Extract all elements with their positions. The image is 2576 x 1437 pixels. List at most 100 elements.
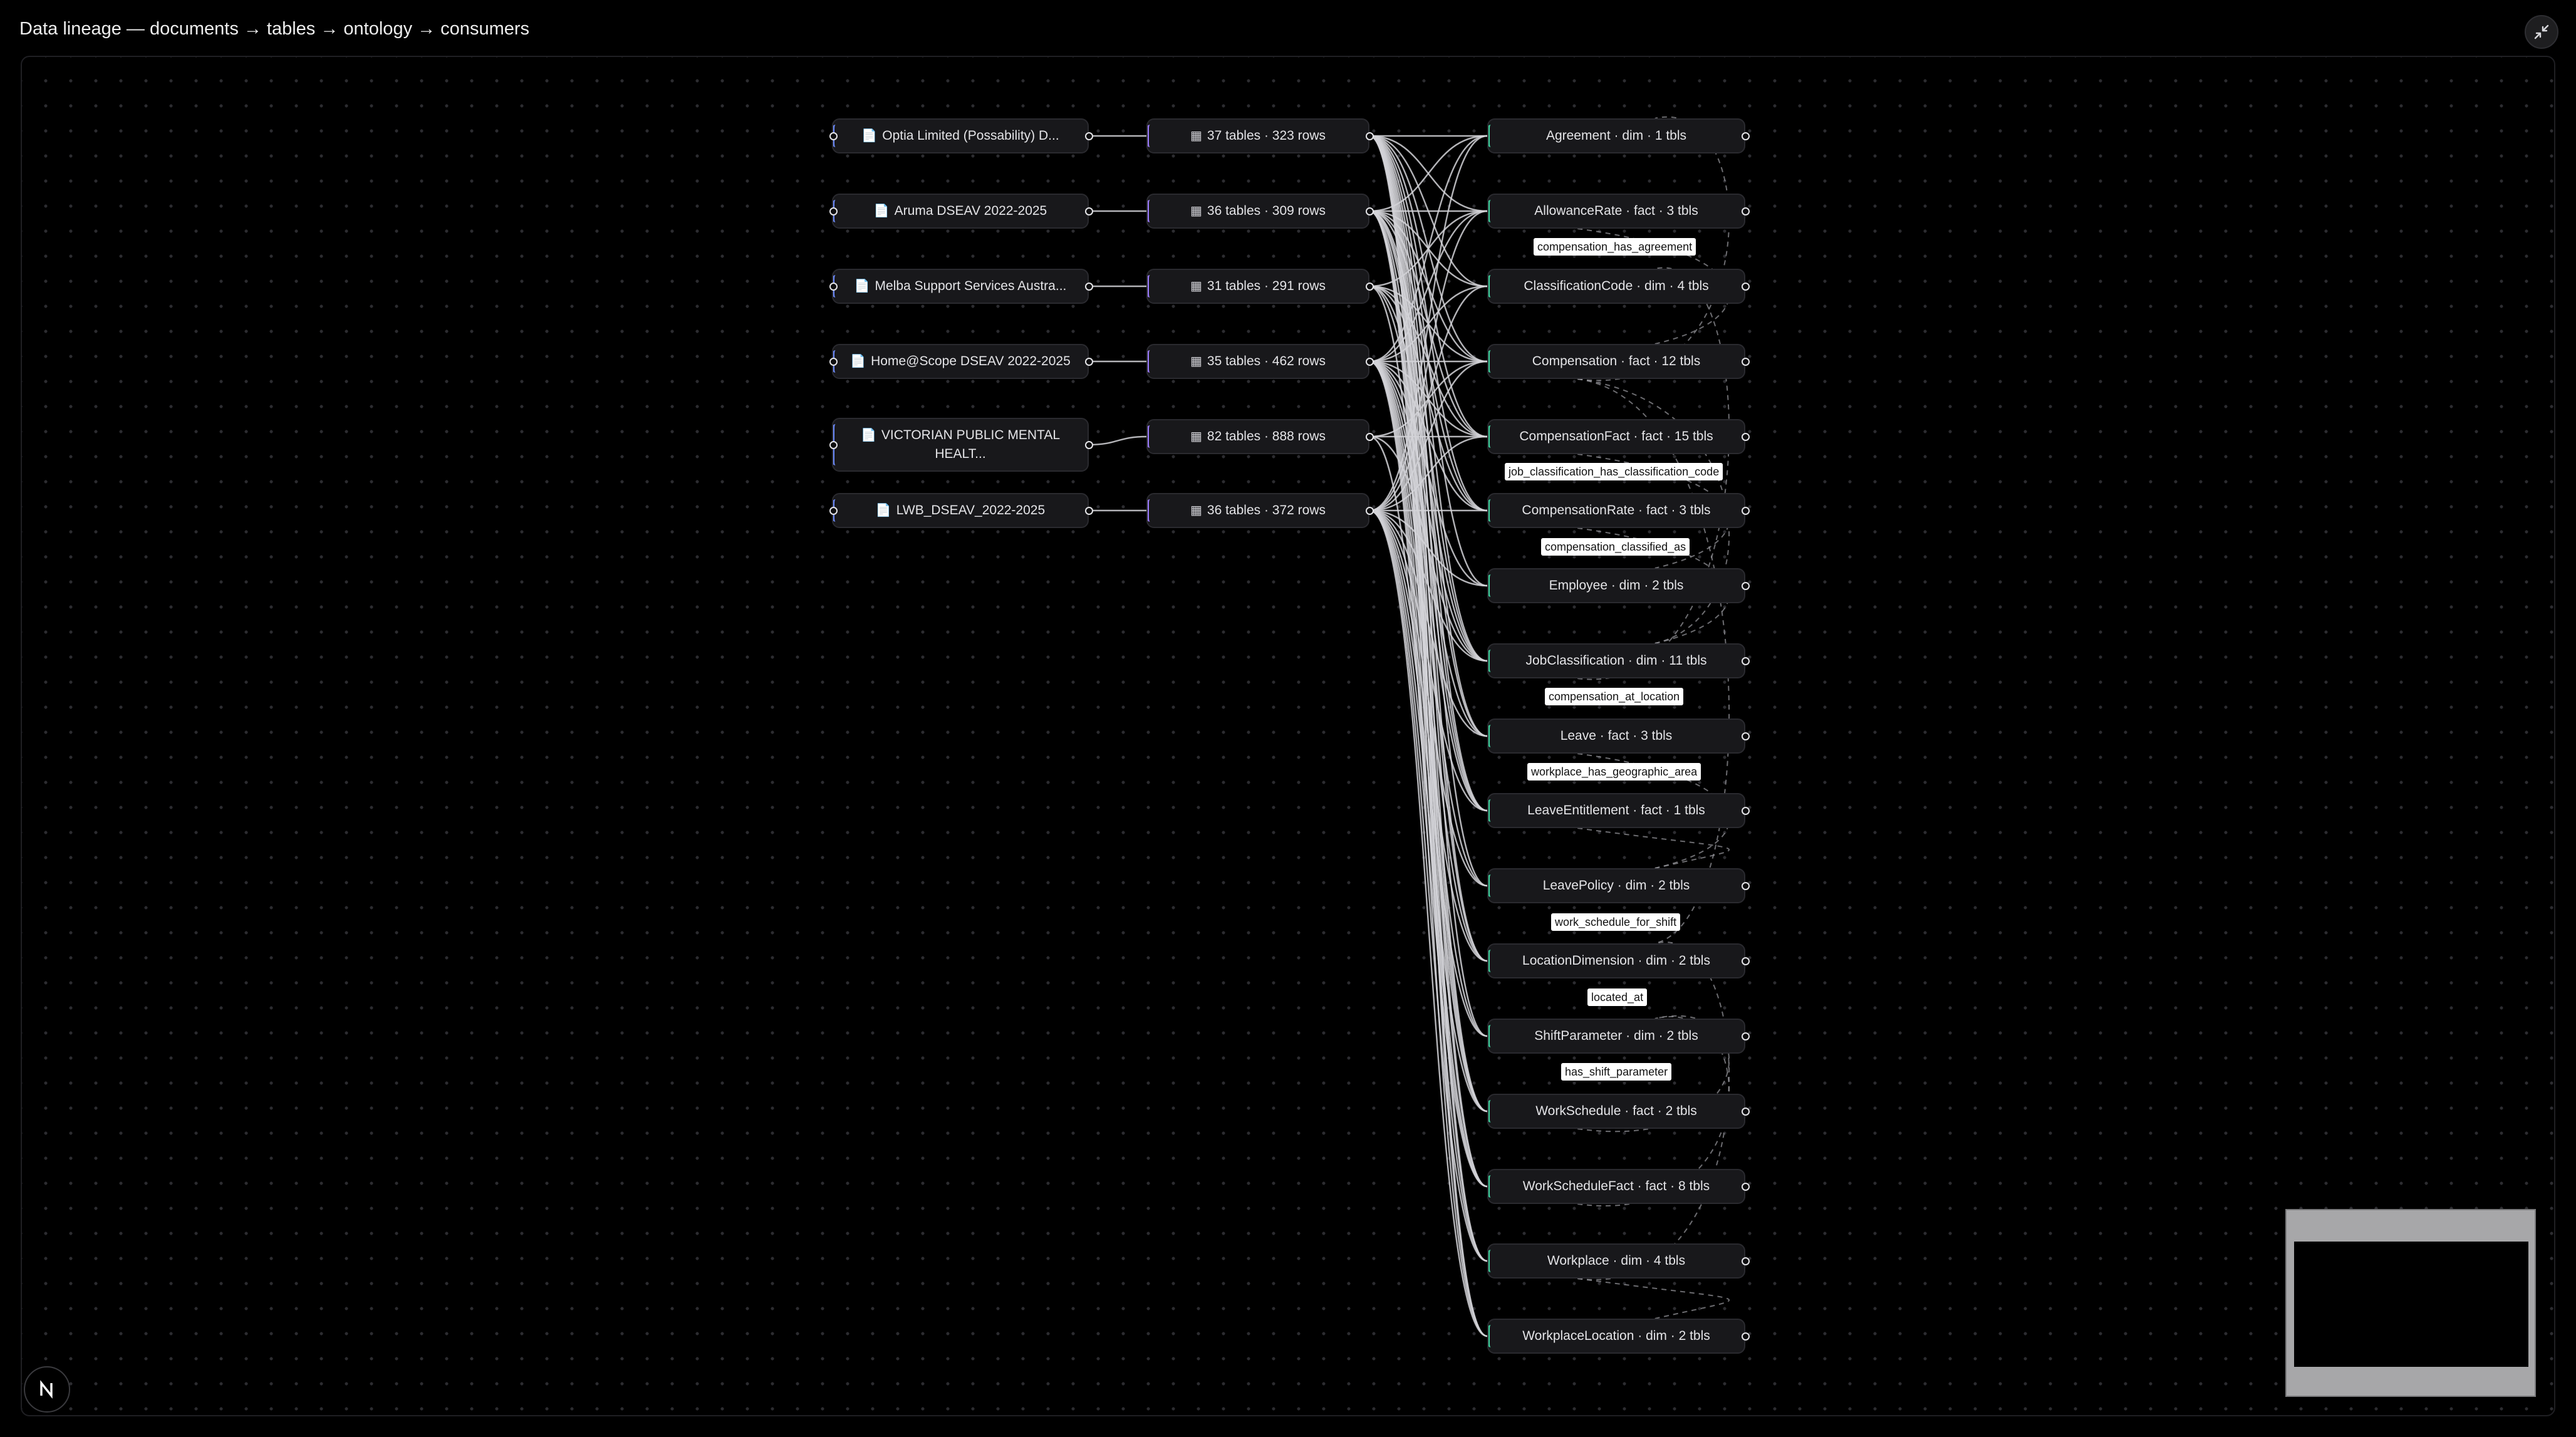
relationship-label[interactable]: workplace_has_geographic_area bbox=[1527, 763, 1701, 781]
connection-handle[interactable] bbox=[829, 282, 838, 291]
table-icon: ▦ bbox=[1190, 504, 1202, 517]
lineage-page: Data lineage — documents → tables → onto… bbox=[0, 0, 2576, 1437]
document-label: Home@Scope DSEAV 2022-2025 bbox=[871, 354, 1071, 368]
connection-handle[interactable] bbox=[1741, 1332, 1750, 1341]
relationship-label[interactable]: compensation_at_location bbox=[1545, 688, 1684, 705]
node-accent bbox=[1488, 574, 1494, 597]
table-node[interactable]: ▦ 35 tables · 462 rows bbox=[1146, 344, 1369, 379]
connection-handle[interactable] bbox=[1741, 1182, 1750, 1191]
connection-handle[interactable] bbox=[1084, 207, 1093, 215]
ontology-node[interactable]: AllowanceRate · fact · 3 tbls bbox=[1487, 194, 1745, 229]
node-accent bbox=[1488, 275, 1494, 298]
ontology-label: JobClassification · dim · 11 tbls bbox=[1525, 653, 1707, 668]
ontology-node[interactable]: Workplace · dim · 4 tbls bbox=[1487, 1243, 1745, 1279]
minimap[interactable] bbox=[2285, 1209, 2536, 1397]
ontology-node[interactable]: Employee · dim · 2 tbls bbox=[1487, 568, 1745, 603]
document-node[interactable]: 📄 LWB_DSEAV_2022-2025 bbox=[832, 493, 1089, 528]
table-node[interactable]: ▦ 82 tables · 888 rows bbox=[1146, 419, 1369, 454]
ontology-node[interactable]: WorkSchedule · fact · 2 tbls bbox=[1487, 1094, 1745, 1129]
ontology-node[interactable]: Leave · fact · 3 tbls bbox=[1487, 718, 1745, 754]
connection-handle[interactable] bbox=[1741, 732, 1750, 740]
connection-handle[interactable] bbox=[1084, 506, 1093, 515]
node-accent bbox=[1488, 350, 1494, 373]
ontology-node[interactable]: CompensationFact · fact · 15 tbls bbox=[1487, 419, 1745, 454]
connection-handle[interactable] bbox=[829, 132, 838, 140]
ontology-node[interactable]: Compensation · fact · 12 tbls bbox=[1487, 344, 1745, 379]
relationship-label[interactable]: job_classification_has_classification_co… bbox=[1505, 463, 1723, 480]
connection-handle[interactable] bbox=[1741, 132, 1750, 140]
document-icon: 📄 bbox=[854, 279, 870, 293]
connection-handle[interactable] bbox=[1365, 207, 1374, 215]
connection-handle[interactable] bbox=[1365, 282, 1374, 291]
table-node[interactable]: ▦ 36 tables · 372 rows bbox=[1146, 493, 1369, 528]
connection-handle[interactable] bbox=[1084, 440, 1093, 449]
connection-handle[interactable] bbox=[1365, 432, 1374, 441]
connection-handle[interactable] bbox=[1741, 432, 1750, 441]
table-node[interactable]: ▦ 37 tables · 323 rows bbox=[1146, 118, 1369, 153]
minimap-viewport[interactable] bbox=[2294, 1242, 2528, 1367]
table-node[interactable]: ▦ 36 tables · 309 rows bbox=[1146, 194, 1369, 229]
logo-icon bbox=[40, 1380, 53, 1399]
ontology-node[interactable]: WorkplaceLocation · dim · 2 tbls bbox=[1487, 1319, 1745, 1354]
connection-handle[interactable] bbox=[1365, 357, 1374, 366]
document-node[interactable]: 📄 Aruma DSEAV 2022-2025 bbox=[832, 194, 1089, 229]
connection-handle[interactable] bbox=[1741, 957, 1750, 965]
connection-handle[interactable] bbox=[1365, 506, 1374, 515]
ontology-node[interactable]: WorkScheduleFact · fact · 8 tbls bbox=[1487, 1169, 1745, 1204]
connection-handle[interactable] bbox=[1741, 1257, 1750, 1265]
ontology-label: LeavePolicy · dim · 2 tbls bbox=[1542, 878, 1690, 893]
node-accent bbox=[1148, 125, 1153, 147]
node-accent bbox=[1488, 125, 1494, 147]
table-icon: ▦ bbox=[1190, 355, 1202, 368]
connection-handle[interactable] bbox=[829, 357, 838, 366]
ontology-node[interactable]: LeaveEntitlement · fact · 1 tbls bbox=[1487, 793, 1745, 828]
document-node[interactable]: 📄 Melba Support Services Austra... bbox=[832, 269, 1089, 304]
connection-handle[interactable] bbox=[1741, 581, 1750, 590]
table-icon: ▦ bbox=[1190, 279, 1202, 293]
relationship-label[interactable]: compensation_has_agreement bbox=[1534, 238, 1696, 256]
relationship-label[interactable]: located_at bbox=[1587, 988, 1648, 1006]
connection-handle[interactable] bbox=[1084, 357, 1093, 366]
ontology-node[interactable]: ShiftParameter · dim · 2 tbls bbox=[1487, 1019, 1745, 1054]
document-label: Aruma DSEAV 2022-2025 bbox=[894, 204, 1047, 218]
connection-handle[interactable] bbox=[1741, 1107, 1750, 1116]
connection-handle[interactable] bbox=[829, 207, 838, 215]
relationship-label[interactable]: has_shift_parameter bbox=[1561, 1063, 1672, 1081]
document-node[interactable]: 📄 Home@Scope DSEAV 2022-2025 bbox=[832, 344, 1089, 379]
relationship-label[interactable]: compensation_classified_as bbox=[1541, 538, 1690, 556]
node-accent bbox=[1488, 1100, 1494, 1123]
connection-handle[interactable] bbox=[1741, 656, 1750, 665]
ontology-node[interactable]: CompensationRate · fact · 3 tbls bbox=[1487, 493, 1745, 528]
connection-handle[interactable] bbox=[1741, 881, 1750, 890]
table-label: 37 tables · 323 rows bbox=[1207, 128, 1326, 143]
node-accent bbox=[1148, 200, 1153, 222]
ontology-node[interactable]: LocationDimension · dim · 2 tbls bbox=[1487, 943, 1745, 978]
ontology-node[interactable]: Agreement · dim · 1 tbls bbox=[1487, 118, 1745, 153]
document-node[interactable]: 📄 Optia Limited (Possability) D... bbox=[832, 118, 1089, 153]
brand-logo[interactable] bbox=[24, 1366, 70, 1413]
ontology-node[interactable]: LeavePolicy · dim · 2 tbls bbox=[1487, 868, 1745, 903]
connection-handle[interactable] bbox=[1084, 132, 1093, 140]
connection-handle[interactable] bbox=[1741, 506, 1750, 515]
lineage-canvas[interactable] bbox=[21, 56, 2555, 1416]
connection-handle[interactable] bbox=[1365, 132, 1374, 140]
document-icon: 📄 bbox=[861, 129, 878, 143]
connection-handle[interactable] bbox=[1741, 282, 1750, 291]
ontology-label: WorkSchedule · fact · 2 tbls bbox=[1535, 1104, 1697, 1118]
table-node[interactable]: ▦ 31 tables · 291 rows bbox=[1146, 269, 1369, 304]
ontology-node[interactable]: JobClassification · dim · 11 tbls bbox=[1487, 643, 1745, 678]
ontology-node[interactable]: ClassificationCode · dim · 4 tbls bbox=[1487, 269, 1745, 304]
document-node[interactable]: 📄 VICTORIAN PUBLIC MENTAL HEALT... bbox=[832, 418, 1089, 472]
collapse-button[interactable] bbox=[2525, 15, 2558, 49]
connection-handle[interactable] bbox=[829, 440, 838, 449]
connection-handle[interactable] bbox=[1741, 357, 1750, 366]
connection-handle[interactable] bbox=[1084, 282, 1093, 291]
document-icon: 📄 bbox=[860, 428, 876, 442]
connection-handle[interactable] bbox=[1741, 806, 1750, 815]
relationship-label[interactable]: work_schedule_for_shift bbox=[1551, 913, 1681, 931]
connection-handle[interactable] bbox=[829, 506, 838, 515]
connection-handle[interactable] bbox=[1741, 207, 1750, 215]
ontology-label: ShiftParameter · dim · 2 tbls bbox=[1534, 1029, 1698, 1043]
node-accent bbox=[1148, 499, 1153, 522]
connection-handle[interactable] bbox=[1741, 1032, 1750, 1040]
